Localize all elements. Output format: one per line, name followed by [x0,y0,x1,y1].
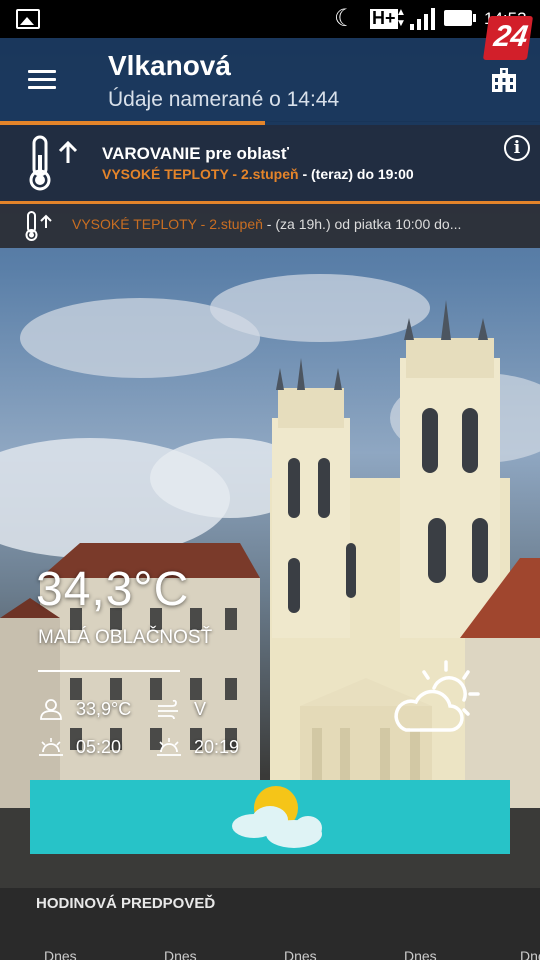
hourly-day-label: Dnes [44,948,77,960]
status-bar: ☾ H+ ▲▼ 14:53 [0,0,540,38]
city-name[interactable]: Vlkanová [108,50,231,82]
warning-time: - (teraz) do 19:00 [298,166,414,182]
moon-icon: ☾ [334,5,356,32]
next-warning-level: VYSOKÉ TEPLOTY - 2.stupeň [72,216,263,232]
partly-cloudy-icon [394,660,480,732]
next-warning-text: VYSOKÉ TEPLOTY - 2.stupeň - (za 19h.) od… [72,216,461,232]
menu-icon-bar [28,70,56,73]
next-warning-time: - (za 19h.) od piatka 10:00 do... [262,216,462,232]
feels-like-value: 33,9°C [76,699,132,719]
sunrise-time: 05:20 [76,737,122,757]
hourly-forecast-title: HODINOVÁ PREDPOVEĎ [36,895,216,912]
condition-underline [38,670,180,672]
person-icon [40,699,62,720]
network-type: H+ [370,8,398,29]
hourly-day-label: Dnes [284,948,317,960]
building-icon[interactable] [490,66,518,92]
warning-level: VYSOKÉ TEPLOTY - 2.stupeň [102,166,299,182]
hourly-day-label: Dnes [520,948,540,960]
menu-icon-bar [28,86,56,89]
warning-detail: VYSOKÉ TEPLOTY - 2.stupeň - (teraz) do 1… [102,166,414,182]
info-icon[interactable]: i [504,135,530,161]
hourly-day-label: Dnes [404,948,437,960]
thermometer-up-icon [29,135,78,191]
current-condition: MALÁ OBLAČNOSŤ [38,627,213,648]
wind-icon [158,699,178,720]
battery-icon [444,10,476,26]
menu-icon-bar [28,78,56,81]
sun-cloud-illustration [232,786,322,848]
gallery-icon [16,9,40,29]
current-temperature: 34,3°C [36,563,190,616]
warning-title: VAROVANIE pre oblasť [102,144,289,163]
sunrise-icon [39,738,63,756]
signal-icon [410,8,435,30]
sunset-time: 20:19 [194,737,240,757]
wind-direction-value: V [194,699,207,719]
hourly-day-label: Dnes [164,948,197,960]
menu-button[interactable] [28,70,56,90]
weather-banner[interactable] [30,780,510,854]
data-arrows-icon: ▲ ▼ [396,7,406,29]
brand-logo: 24 [482,16,534,60]
thermometer-up-small-icon [25,211,52,241]
sunset-icon [157,738,181,756]
measured-time: Údaje namerané o 14:44 [108,88,340,111]
